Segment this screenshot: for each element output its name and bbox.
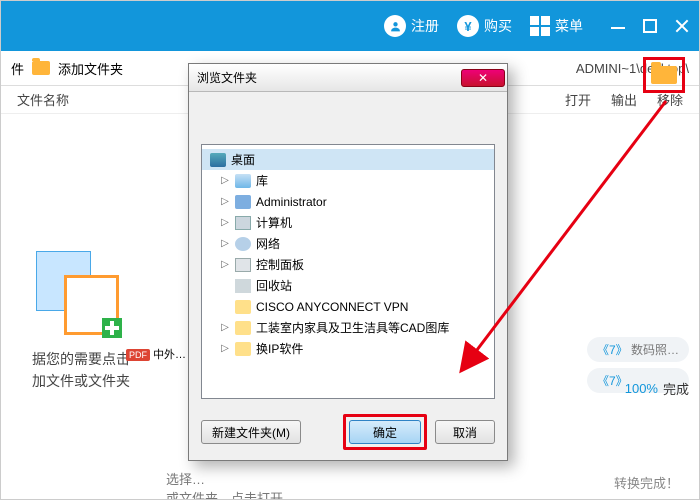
tree-node[interactable]: ▷库 xyxy=(202,170,494,191)
register-button[interactable]: 注册 xyxy=(384,15,439,37)
output-chip: 《7》 数码照… xyxy=(587,337,689,362)
tree-node-label: 工装室内家具及卫生洁具等CAD图库 xyxy=(256,319,449,336)
ic-folder xyxy=(235,300,251,314)
expand-icon[interactable]: ▷ xyxy=(220,239,230,249)
tree-node-label: 换IP软件 xyxy=(256,340,303,357)
drop-hint-line2: 加文件或文件夹 xyxy=(6,370,156,392)
col-name: 文件名称 xyxy=(17,90,69,109)
ok-highlight: 确定 xyxy=(343,414,427,450)
dialog-titlebar: 浏览文件夹 ✕ xyxy=(189,64,507,92)
pdf-badge: PDF xyxy=(126,349,150,361)
col-export[interactable]: 输出 xyxy=(611,90,637,109)
ic-bin xyxy=(235,279,251,293)
ic-user xyxy=(235,195,251,209)
dialog-close-button[interactable]: ✕ xyxy=(461,69,505,87)
expand-icon[interactable]: ▷ xyxy=(220,176,230,186)
tree-node-label: 回收站 xyxy=(256,277,292,294)
tree-node[interactable]: 桌面 xyxy=(202,149,494,170)
menu-button[interactable]: 菜单 xyxy=(530,16,583,36)
dialog-buttons: 新建文件夹(M) 确定 取消 xyxy=(201,414,495,450)
tree-node[interactable]: ▷ 换IP软件 xyxy=(202,338,494,359)
ok-button[interactable]: 确定 xyxy=(349,420,421,444)
new-folder-button[interactable]: 新建文件夹(M) xyxy=(201,420,301,444)
tree-node-label: 库 xyxy=(256,172,268,189)
tree-node[interactable]: 回收站 xyxy=(202,275,494,296)
minimize-button[interactable] xyxy=(611,19,625,33)
ic-lib xyxy=(235,174,251,188)
toolbar-file-label: 件 xyxy=(11,59,24,78)
pdf-item: PDF 中外… xyxy=(126,346,186,362)
register-label: 注册 xyxy=(411,16,439,36)
expand-icon[interactable]: ▷ xyxy=(220,260,230,270)
expand-icon[interactable] xyxy=(220,281,230,291)
browse-folder-button[interactable] xyxy=(643,57,685,93)
folder-icon xyxy=(32,61,50,75)
expand-icon[interactable] xyxy=(220,302,230,312)
ic-pc xyxy=(235,216,251,230)
tree-node[interactable]: ▷ Administrator xyxy=(202,191,494,212)
add-folder-label[interactable]: 添加文件夹 xyxy=(58,59,123,78)
cancel-button[interactable]: 取消 xyxy=(435,420,495,444)
expand-icon[interactable]: ▷ xyxy=(220,197,230,207)
menu-icon xyxy=(530,16,550,36)
col-open[interactable]: 打开 xyxy=(565,90,591,109)
buy-button[interactable]: ¥ 购买 xyxy=(457,15,512,37)
tree-node[interactable]: CISCO ANYCONNECT VPN xyxy=(202,296,494,317)
currency-icon: ¥ xyxy=(457,15,479,37)
dialog-title: 浏览文件夹 xyxy=(197,69,257,86)
tree-node-label: 控制面板 xyxy=(256,256,304,273)
browse-dialog: 浏览文件夹 ✕ 桌面▷库▷Administrator▷计算机▷网络▷控制面板回收… xyxy=(188,63,508,461)
ic-net xyxy=(235,237,251,251)
buy-label: 购买 xyxy=(484,16,512,36)
tree-node-label: 网络 xyxy=(256,235,280,252)
tree-node[interactable]: ▷ 网络 xyxy=(202,233,494,254)
ic-folder xyxy=(235,342,251,356)
document-stack-icon xyxy=(36,251,126,336)
tree-node-label: 桌面 xyxy=(231,151,255,168)
done-label: 转换完成！ xyxy=(614,473,679,492)
expand-icon[interactable]: ▷ xyxy=(220,344,230,354)
tree-node-label: 计算机 xyxy=(256,214,292,231)
ic-cpl xyxy=(235,258,251,272)
menu-label: 菜单 xyxy=(555,16,583,36)
folder-tree[interactable]: 桌面▷库▷Administrator▷计算机▷网络▷控制面板回收站CISCO A… xyxy=(201,144,495,399)
window-controls xyxy=(611,19,689,33)
maximize-button[interactable] xyxy=(643,19,657,33)
expand-icon[interactable]: ▷ xyxy=(220,323,230,333)
expand-icon[interactable]: ▷ xyxy=(220,218,230,228)
ic-folder xyxy=(235,321,251,335)
tree-node-label: CISCO ANYCONNECT VPN xyxy=(256,300,408,314)
drop-hint-panel: 据您的需要点击 加文件或文件夹 xyxy=(6,251,156,393)
titlebar: 注册 ¥ 购买 菜单 xyxy=(1,1,699,51)
pdf-text: 中外… xyxy=(153,349,186,361)
tree-node-label: Administrator xyxy=(256,195,327,209)
user-icon xyxy=(384,15,406,37)
window-close-button[interactable] xyxy=(675,19,689,33)
ic-desktop xyxy=(210,153,226,167)
progress-label: 100%完成 xyxy=(625,379,689,398)
tree-node[interactable]: ▷ 工装室内家具及卫生洁具等CAD图库 xyxy=(202,317,494,338)
tree-node[interactable]: ▷ 计算机 xyxy=(202,212,494,233)
bottom-hint: 选择…或文件夹，点击打开 xyxy=(166,469,283,500)
tree-node[interactable]: ▷ 控制面板 xyxy=(202,254,494,275)
